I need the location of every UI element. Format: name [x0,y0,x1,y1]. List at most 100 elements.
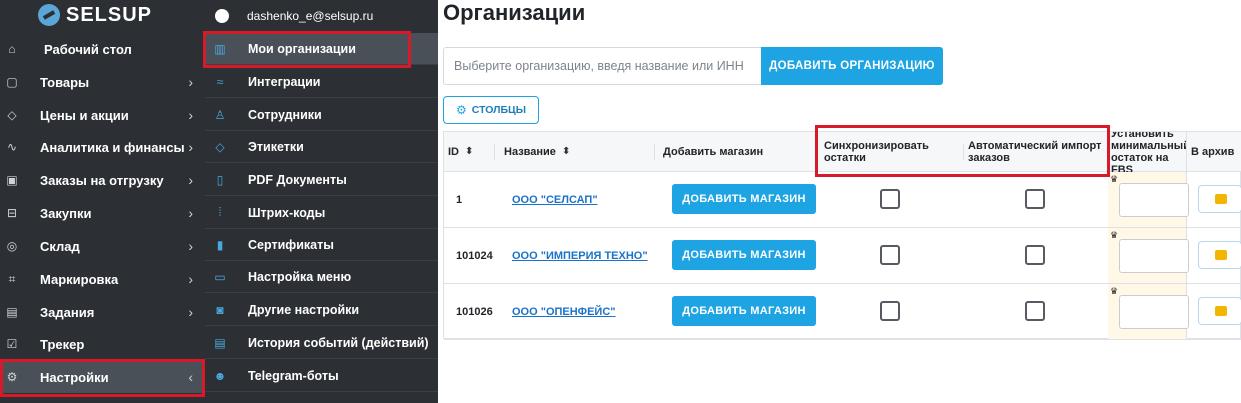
submenu-item-label: PDF Документы [248,172,347,187]
column-separator [494,144,495,160]
organization-link[interactable]: ООО "ИМПЕРИЯ ТЕХНО" [512,250,648,262]
submenu-item-label: Другие настройки [248,302,360,317]
tag-icon: ◇ [215,139,225,154]
submenu-item-labels[interactable]: ◇ Этикетки [205,131,438,163]
chevron-right-icon: › [188,304,193,320]
sidebar-item-analytics[interactable]: ∿ Аналитика и финансы › [0,131,205,163]
sidebar-item-label: Товары [40,74,90,90]
menu-icon: ▭ [214,269,226,284]
scan-icon: ⌗ [8,271,16,286]
archive-icon [1215,250,1227,260]
barcode-icon: ⦙ [218,205,222,219]
submenu-item-label: Штрих-коды [248,205,326,220]
submenu-item-event-history[interactable]: ▤ История событий (действий) [205,327,438,359]
bag-icon: ▢ [6,75,18,89]
table-row: 1 ООО "СЕЛСАП" ДОБАВИТЬ МАГАЗИН ♛ [444,172,1241,228]
box-icon: ▣ [6,173,18,187]
sidebar-item-prices[interactable]: ◇ Цены и акции › [0,99,205,131]
crown-icon: ♛ [1110,174,1119,184]
sidebar-item-tasks[interactable]: ▤ Задания › [0,296,205,328]
highlight-sync-import-columns [815,125,1110,177]
chevron-right-icon: › [188,139,193,155]
chevron-right-icon: › [188,172,193,188]
column-header-min-stock: Установить минимальный остаток на FBS [1111,132,1187,172]
logo-mark-icon [38,4,60,26]
sidebar-item-label: Задания [40,304,95,320]
organization-search-input[interactable] [443,47,761,85]
submenu-item-label: История событий (действий) [248,335,429,350]
submenu-item-barcodes[interactable]: ⦙ Штрих-коды [205,197,438,229]
sort-icon: ⬍ [561,146,571,157]
add-shop-button[interactable]: ДОБАВИТЬ МАГАЗИН [672,296,816,326]
sidebar-item-warehouse[interactable]: ◎ Склад › [0,230,205,262]
submenu-item-pdf-documents[interactable]: ▯ PDF Документы [205,164,438,196]
submenu-item-certificates[interactable]: ▮ Сертификаты [205,229,438,261]
sidebar-item-products[interactable]: ▢ Товары › [0,66,205,98]
organization-link[interactable]: ООО "СЕЛСАП" [512,194,598,206]
user-avatar-icon [215,9,229,23]
highlight-my-organizations [203,31,411,68]
column-header-archive: В архив [1191,146,1235,158]
min-stock-input[interactable] [1119,295,1189,329]
sidebar-item-label: Заказы на отгрузку [40,172,164,188]
min-stock-input[interactable] [1119,239,1189,273]
highlight-settings [0,359,205,397]
columns-button[interactable]: ⚙ СТОЛБЦЫ [443,96,539,124]
history-icon: ▤ [214,335,226,350]
sync-stock-checkbox[interactable] [880,301,900,321]
auto-import-checkbox[interactable] [1025,189,1045,209]
archive-button[interactable] [1198,185,1241,213]
row-id: 101026 [456,306,493,318]
sidebar-item-label: Рабочий стол [44,41,132,57]
chart-icon: ∿ [6,140,18,154]
sync-stock-checkbox[interactable] [880,245,900,265]
add-shop-button[interactable]: ДОБАВИТЬ МАГАЗИН [672,184,816,214]
sync-stock-checkbox[interactable] [880,189,900,209]
submenu-item-other-settings[interactable]: ◙ Другие настройки [205,294,438,326]
submenu-item-employees[interactable]: ♙ Сотрудники [205,99,438,131]
sidebar-item-label: Склад [40,238,80,254]
sidebar-item-dashboard[interactable]: ⌂ Рабочий стол [0,33,205,65]
chevron-right-icon: › [188,271,193,287]
column-header-id[interactable]: ID ⬍ [448,132,473,172]
sidebar-item-label: Закупки [40,205,92,221]
chevron-right-icon: › [188,107,193,123]
column-header-name[interactable]: Название ⬍ [504,132,570,172]
chevron-right-icon: › [188,74,193,90]
sidebar-item-orders[interactable]: ▣ Заказы на отгрузку › [0,164,205,196]
archive-button[interactable] [1198,241,1241,269]
settings-icon: ◙ [216,302,224,317]
sort-icon: ⬍ [465,146,474,157]
add-shop-button[interactable]: ДОБАВИТЬ МАГАЗИН [672,240,816,270]
sidebar-item-label: Аналитика и финансы [40,139,185,155]
sidebar-item-purchases[interactable]: ⊟ Закупки › [0,197,205,229]
submenu-item-integrations[interactable]: ≈ Интеграции [205,66,438,98]
column-separator [654,144,655,160]
calendar-icon: ▤ [6,305,18,319]
auto-import-checkbox[interactable] [1025,301,1045,321]
certificate-icon: ▮ [216,237,224,252]
main-sidebar: SELSUP ⌂ Рабочий стол ▢ Товары › ◇ Цены … [0,0,205,403]
add-organization-button[interactable]: ДОБАВИТЬ ОРГАНИЗАЦИЮ [761,47,943,85]
row-id: 101024 [456,250,493,262]
selsup-logo[interactable]: SELSUP [38,2,152,28]
submenu-item-telegram-bots[interactable]: ☻ Telegram-боты [205,360,438,392]
organization-link[interactable]: ООО "ОПЕНФЕЙС" [512,306,615,318]
submenu-item-label: Этикетки [248,139,304,154]
user-icon: ♙ [214,107,226,122]
table-row: 101024 ООО "ИМПЕРИЯ ТЕХНО" ДОБАВИТЬ МАГА… [444,228,1241,284]
archive-icon [1215,306,1227,316]
submenu-item-label: Интеграции [248,74,321,89]
tag-icon: ◇ [7,108,17,122]
submenu-item-label: Настройка меню [248,269,352,284]
bot-icon: ☻ [213,368,227,383]
archive-button[interactable] [1198,297,1241,325]
submenu-item-menu-settings[interactable]: ▭ Настройка меню [205,261,438,293]
archive-icon [1215,194,1227,204]
crown-icon: ♛ [1110,286,1119,296]
auto-import-checkbox[interactable] [1025,245,1045,265]
user-profile[interactable]: dashenko_e@selsup.ru [205,0,438,32]
sidebar-item-marking[interactable]: ⌗ Маркировка › [0,263,205,295]
min-stock-input[interactable] [1119,183,1189,217]
sidebar-item-tracker[interactable]: ☑ Трекер [0,328,205,360]
